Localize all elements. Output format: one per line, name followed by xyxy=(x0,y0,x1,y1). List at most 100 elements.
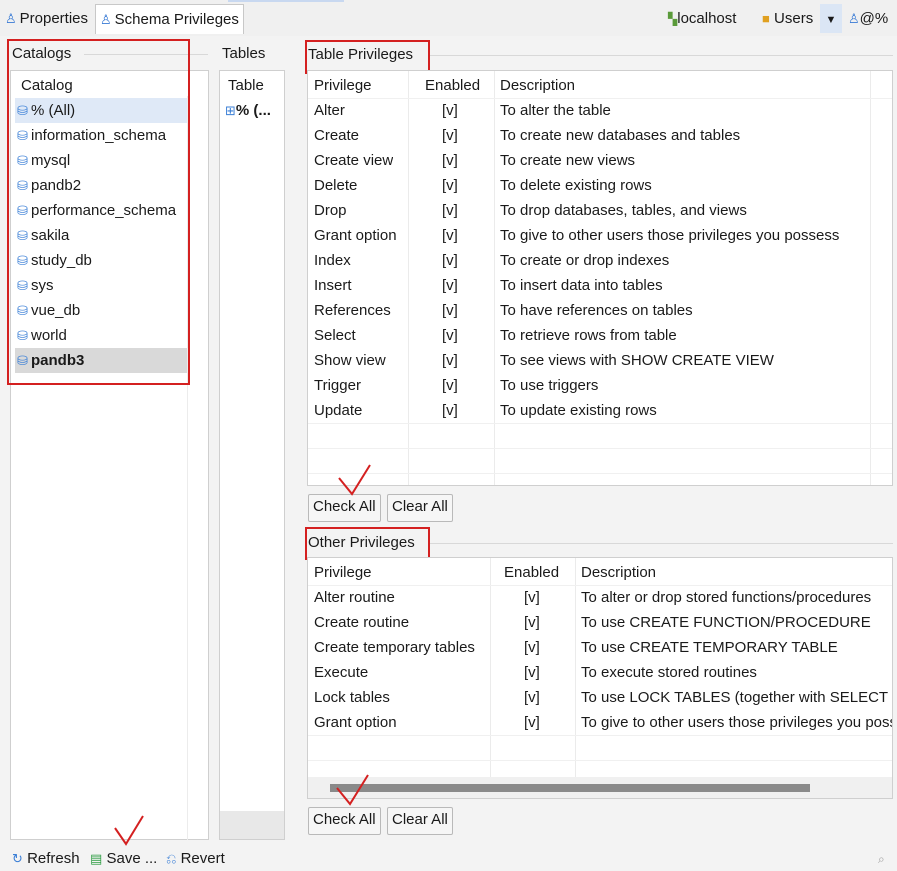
privilege-cell[interactable]: Create view xyxy=(314,148,393,173)
table-privileges-grid[interactable]: Privilege Enabled Description Alter [v] … xyxy=(307,70,893,486)
table-clear-all-button[interactable]: Clear All xyxy=(387,494,453,522)
save-button[interactable]: ▤ Save ... xyxy=(90,849,157,869)
description-cell: To create new databases and tables xyxy=(500,127,741,144)
privilege-cell[interactable]: Create xyxy=(314,123,359,148)
other-privileges-grid[interactable]: Privilege Enabled Description Alter rout… xyxy=(307,557,893,799)
description-cell: To update existing rows xyxy=(500,402,657,419)
enabled-cell[interactable]: [v] xyxy=(442,348,458,373)
enabled-cell[interactable]: [v] xyxy=(524,710,540,735)
tab-properties-label: Properties xyxy=(19,10,89,27)
tab-properties[interactable]: ♙ Properties xyxy=(1,4,92,33)
privilege-cell[interactable]: References xyxy=(314,298,391,323)
row-line xyxy=(308,760,892,761)
privilege-cell[interactable]: Drop xyxy=(314,198,347,223)
enabled-cell[interactable]: [v] xyxy=(442,173,458,198)
privilege-cell[interactable]: Trigger xyxy=(314,373,361,398)
annotation-checkmark-icon xyxy=(114,815,144,846)
refresh-button[interactable]: ↻ Refresh xyxy=(12,849,80,869)
privilege-cell[interactable]: Create routine xyxy=(314,610,409,635)
privilege-cell[interactable]: Grant option xyxy=(314,710,397,735)
enabled-cell[interactable]: [v] xyxy=(442,373,458,398)
column-header-privilege[interactable]: Privilege xyxy=(314,73,372,98)
connection-link[interactable]: ▚localhost xyxy=(668,4,736,33)
enabled-cell[interactable]: [v] xyxy=(524,585,540,610)
refresh-icon: ↻ xyxy=(12,851,23,866)
enabled-cell[interactable]: [v] xyxy=(442,298,458,323)
enabled-cell[interactable]: [v] xyxy=(442,148,458,173)
privilege-cell[interactable]: Delete xyxy=(314,173,357,198)
scrollbar-thumb[interactable] xyxy=(330,784,810,792)
tab-schema-privileges[interactable]: ♙ Schema Privileges xyxy=(95,4,244,34)
privilege-cell[interactable]: Index xyxy=(314,248,351,273)
description-cell: To use triggers xyxy=(500,377,599,394)
search-icon[interactable]: ⌕ xyxy=(878,849,885,869)
privilege-cell[interactable]: Lock tables xyxy=(314,685,390,710)
tab-schema-privileges-label: Schema Privileges xyxy=(114,11,239,28)
description-cell: To use LOCK TABLES (together with SELECT… xyxy=(581,689,892,706)
other-privileges-header-rule xyxy=(428,543,893,544)
column-header-enabled[interactable]: Enabled xyxy=(504,560,559,585)
row-line xyxy=(308,423,892,424)
description-cell: To insert data into tables xyxy=(500,277,663,294)
annotation-box-catalogs xyxy=(7,39,190,385)
privilege-cell[interactable]: Select xyxy=(314,323,356,348)
row-line xyxy=(308,473,892,474)
privilege-cell[interactable]: Alter routine xyxy=(314,585,395,610)
grid-col-divider xyxy=(490,558,491,798)
description-cell: To use CREATE FUNCTION/PROCEDURE xyxy=(581,614,871,631)
table-item-label: % (... xyxy=(235,102,271,119)
privilege-cell[interactable]: Show view xyxy=(314,348,386,373)
tables-footer xyxy=(220,811,284,839)
description-cell: To create or drop indexes xyxy=(500,252,670,269)
user-host-link[interactable]: ♙@% xyxy=(848,4,888,33)
column-header-enabled[interactable]: Enabled xyxy=(425,73,480,98)
enabled-cell[interactable]: [v] xyxy=(442,223,458,248)
table-check-all-button[interactable]: Check All xyxy=(308,494,381,522)
tables-list[interactable]: Table ⊞% (... xyxy=(219,70,285,840)
other-clear-all-button[interactable]: Clear All xyxy=(387,807,453,835)
row-line xyxy=(308,448,892,449)
enabled-cell[interactable]: [v] xyxy=(442,273,458,298)
other-check-all-button[interactable]: Check All xyxy=(308,807,381,835)
privilege-cell[interactable]: Execute xyxy=(314,660,368,685)
privilege-cell[interactable]: Insert xyxy=(314,273,352,298)
description-cell: To give to other users those privileges … xyxy=(500,227,840,244)
table-column-header[interactable]: Table xyxy=(228,73,264,98)
horizontal-scrollbar[interactable] xyxy=(308,777,892,798)
revert-button[interactable]: ⎌ Revert xyxy=(166,849,225,869)
enabled-cell[interactable]: [v] xyxy=(442,248,458,273)
description-cell: To execute stored routines xyxy=(581,664,757,681)
users-dropdown-button[interactable]: ▼ xyxy=(820,4,842,33)
description-cell: To drop databases, tables, and views xyxy=(500,202,747,219)
tables-header: Tables xyxy=(222,45,266,62)
revert-label: Revert xyxy=(180,850,225,867)
description-cell: To retrieve rows from table xyxy=(500,327,677,344)
description-cell: To create new views xyxy=(500,152,636,169)
enabled-cell[interactable]: [v] xyxy=(442,198,458,223)
description-cell: To alter or drop stored functions/proced… xyxy=(581,589,872,606)
connection-label: localhost xyxy=(677,10,737,27)
enabled-cell[interactable]: [v] xyxy=(524,685,540,710)
description-cell: To have references on tables xyxy=(500,302,693,319)
enabled-cell[interactable]: [v] xyxy=(442,323,458,348)
server-icon: ▚ xyxy=(668,12,678,26)
refresh-label: Refresh xyxy=(27,850,80,867)
description-cell: To use CREATE TEMPORARY TABLE xyxy=(581,639,838,656)
enabled-cell[interactable]: [v] xyxy=(524,660,540,685)
users-link[interactable]: ■ Users xyxy=(762,4,813,33)
column-header-privilege[interactable]: Privilege xyxy=(314,560,372,585)
revert-icon: ⎌ xyxy=(166,851,177,866)
table-item[interactable]: ⊞% (... xyxy=(223,98,271,123)
enabled-cell[interactable]: [v] xyxy=(442,98,458,123)
grid-col-divider xyxy=(575,558,576,798)
privilege-cell[interactable]: Update xyxy=(314,398,362,423)
privilege-cell[interactable]: Grant option xyxy=(314,223,397,248)
privilege-cell[interactable]: Alter xyxy=(314,98,345,123)
column-header-description[interactable]: Description xyxy=(500,73,575,98)
enabled-cell[interactable]: [v] xyxy=(442,398,458,423)
enabled-cell[interactable]: [v] xyxy=(442,123,458,148)
enabled-cell[interactable]: [v] xyxy=(524,635,540,660)
privilege-cell[interactable]: Create temporary tables xyxy=(314,635,475,660)
column-header-description[interactable]: Description xyxy=(581,560,656,585)
enabled-cell[interactable]: [v] xyxy=(524,610,540,635)
